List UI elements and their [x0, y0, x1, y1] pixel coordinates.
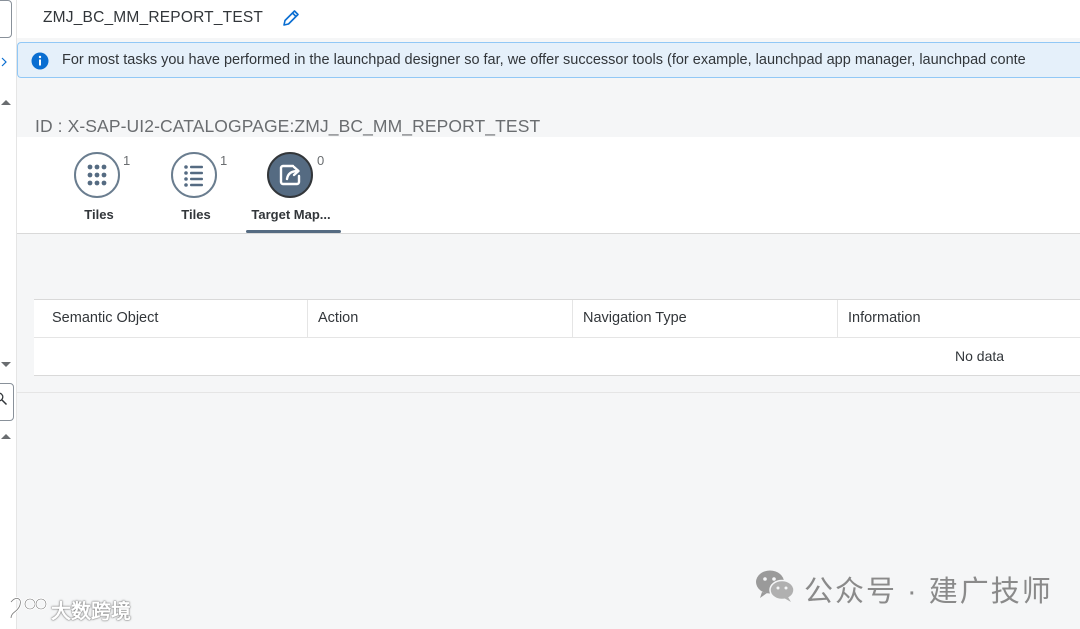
scroll-up-icon[interactable] — [0, 432, 12, 440]
target-mappings-table: Semantic Object Action Navigation Type I… — [34, 299, 1080, 376]
catalog-id: ID : X-SAP-UI2-CATALOGPAGE:ZMJ_BC_MM_REP… — [35, 116, 541, 136]
left-pane-input-fragment[interactable] — [0, 0, 12, 38]
info-message-text: For most tasks you have performed in the… — [62, 52, 1026, 68]
grid-icon — [74, 152, 120, 198]
column-header-information[interactable]: Information — [837, 300, 1080, 337]
info-message-strip: For most tasks you have performed in the… — [17, 42, 1080, 78]
info-icon — [31, 52, 49, 70]
tab-label: Tiles — [84, 207, 114, 222]
column-header-action[interactable]: Action — [307, 300, 572, 337]
column-header-semantic-object[interactable]: Semantic Object — [42, 300, 307, 337]
scroll-up-icon[interactable] — [0, 98, 12, 106]
tab-target-mappings[interactable]: 0 Target Map... — [243, 152, 343, 233]
tab-selected-indicator — [246, 230, 341, 233]
share-icon — [267, 152, 313, 198]
page-title: ZMJ_BC_MM_REPORT_TEST — [43, 9, 264, 26]
no-data-text: No data — [955, 348, 1005, 364]
watermark-left-text: 大数跨境 — [51, 601, 131, 623]
tab-count: 1 — [220, 153, 228, 168]
tab-tiles-list[interactable]: 1 Tiles — [146, 152, 246, 232]
tab-count: 1 — [123, 153, 131, 168]
wechat-icon — [756, 570, 795, 602]
scroll-down-icon[interactable] — [0, 361, 12, 369]
left-pane-edge — [0, 0, 17, 629]
section-divider — [17, 392, 1080, 393]
tab-count: 0 — [317, 153, 325, 168]
tab-tiles-grid[interactable]: 1 Tiles — [49, 152, 149, 232]
icon-tab-bar: 1 Tiles 1 Tiles 0 Target Map... — [17, 137, 1080, 234]
brand-logo-icon — [9, 597, 48, 619]
list-icon — [171, 152, 217, 198]
tab-label: Tiles — [181, 207, 211, 222]
tab-label: Target Map... — [251, 207, 331, 222]
chevron-right-icon — [1, 57, 7, 67]
column-header-navigation-type[interactable]: Navigation Type — [572, 300, 837, 337]
table-header-row: Semantic Object Action Navigation Type I… — [34, 300, 1080, 338]
edit-icon[interactable] — [280, 7, 302, 29]
search-icon[interactable] — [0, 392, 8, 406]
table-empty-row: No data — [34, 338, 1080, 374]
page-header: ZMJ_BC_MM_REPORT_TEST — [17, 0, 1080, 38]
watermark-right-text: 公众号 · 建广技师 — [804, 576, 1053, 608]
